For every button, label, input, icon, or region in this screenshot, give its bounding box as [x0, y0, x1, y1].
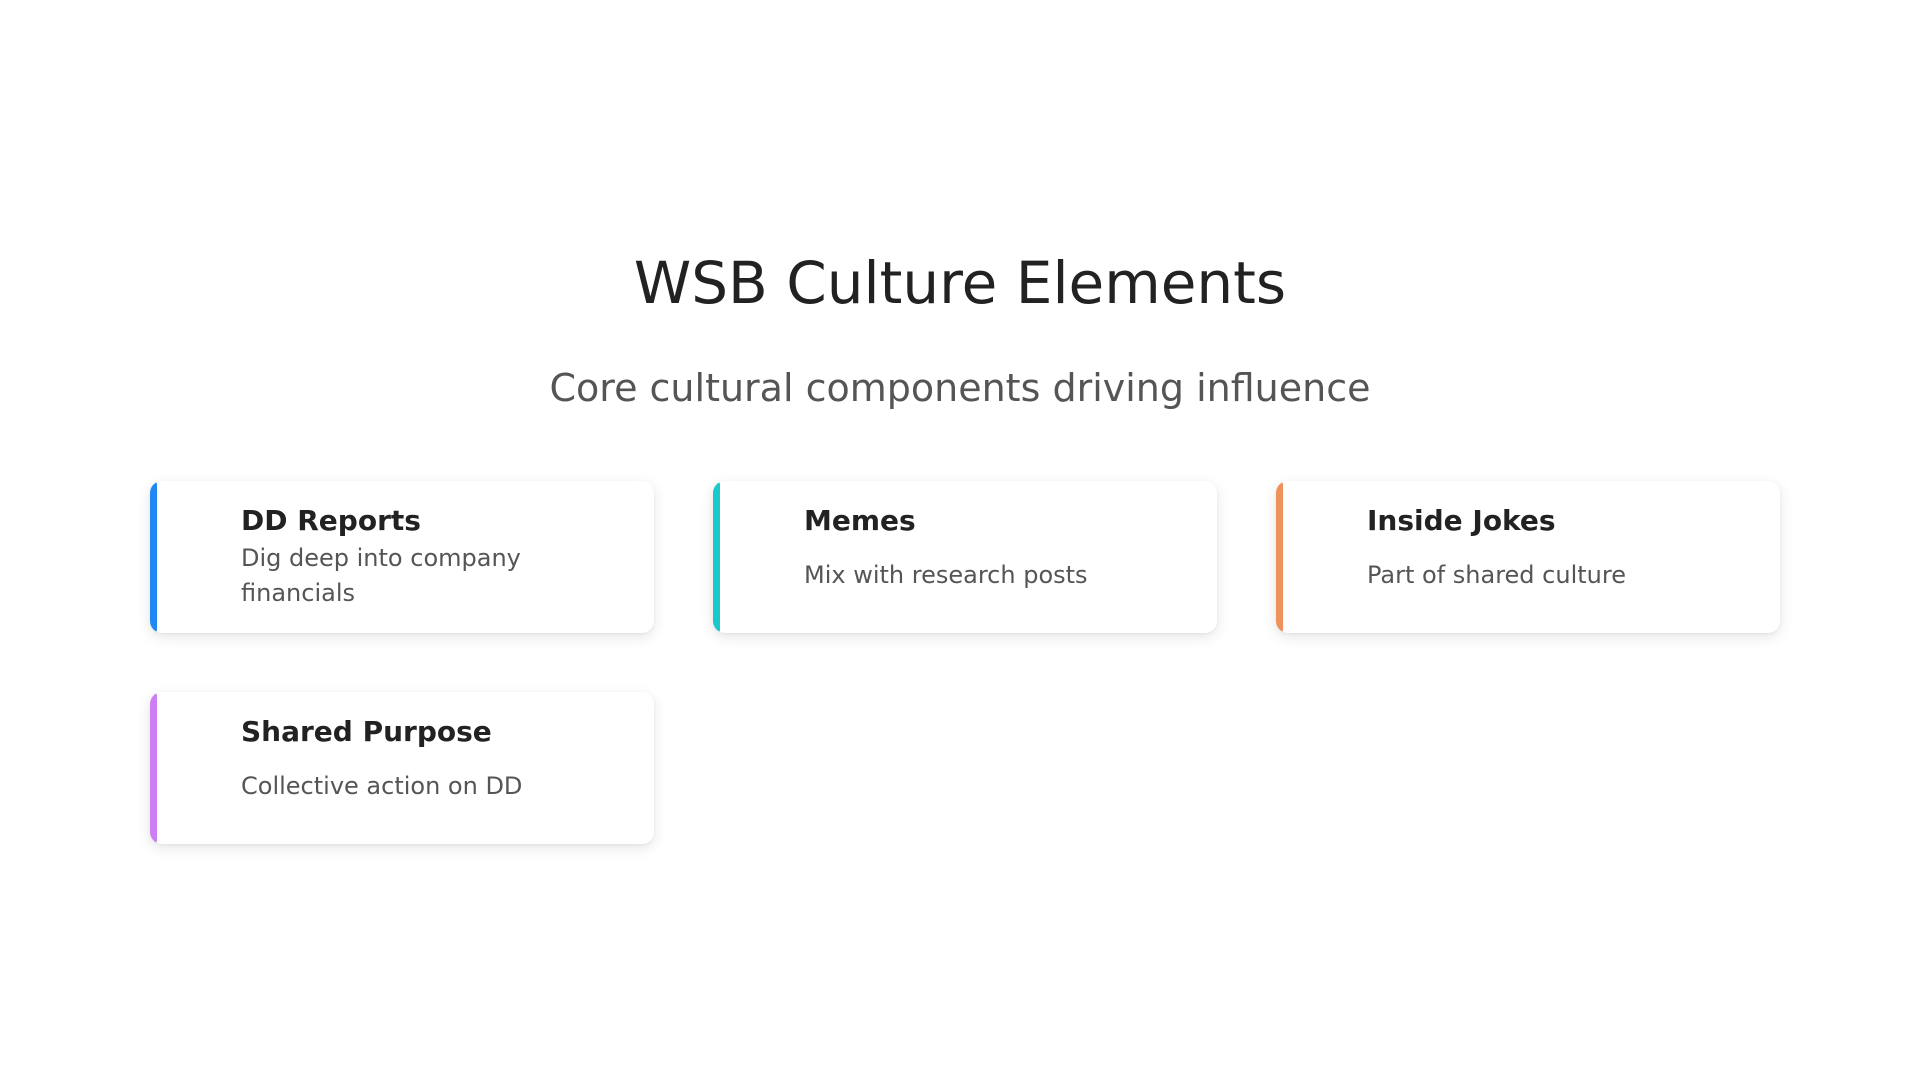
card-grid: DD Reports Dig deep into company financi…: [150, 481, 1780, 844]
card-shared-purpose: Shared Purpose Collective action on DD: [150, 692, 654, 844]
card-dd-reports: DD Reports Dig deep into company financi…: [150, 481, 654, 633]
card-title: Memes: [804, 504, 916, 537]
card-accent-bar: [1276, 481, 1283, 633]
card-accent-bar: [150, 481, 157, 633]
card-title: Shared Purpose: [241, 715, 492, 748]
card-inside-jokes: Inside Jokes Part of shared culture: [1276, 481, 1780, 633]
card-description: Collective action on DD: [241, 772, 523, 800]
card-title: Inside Jokes: [1367, 504, 1556, 537]
card-memes: Memes Mix with research posts: [713, 481, 1217, 633]
card-title: DD Reports: [241, 504, 421, 537]
card-accent-bar: [150, 692, 157, 844]
card-accent-bar: [713, 481, 720, 633]
card-description: Mix with research posts: [804, 561, 1088, 589]
page-subtitle: Core cultural components driving influen…: [549, 366, 1371, 410]
slide: WSB Culture Elements Core cultural compo…: [0, 0, 1920, 1080]
card-description: Dig deep into company financials: [241, 544, 521, 607]
card-description: Part of shared culture: [1367, 561, 1626, 589]
page-title: WSB Culture Elements: [633, 249, 1287, 317]
